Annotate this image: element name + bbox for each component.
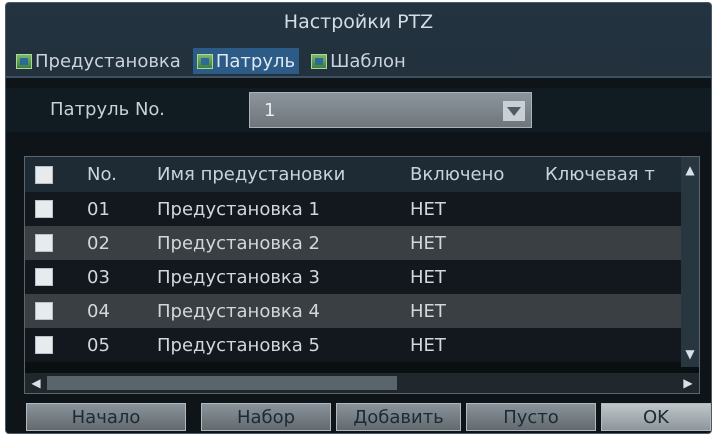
row-enabled: НЕТ (410, 199, 446, 220)
preset-table: No. Имя предустановки Включено Ключевая … (24, 156, 700, 394)
row-preset-name: Предустановка 5 (157, 335, 321, 356)
horizontal-scrollbar[interactable]: ◀ ▶ (25, 373, 699, 393)
row-checkbox[interactable] (35, 268, 53, 286)
clear-button[interactable]: Пусто (466, 403, 596, 431)
header-key: Ключевая т (545, 164, 655, 185)
row-checkbox[interactable] (35, 234, 53, 252)
row-preset-name: Предустановка 2 (157, 233, 321, 254)
patrol-number-label: Патруль No. (50, 99, 165, 120)
tab-bar: Предустановка Патруль Шаблон (12, 48, 418, 74)
scroll-right-icon[interactable]: ▶ (679, 374, 697, 392)
tab-icon (311, 53, 328, 69)
scroll-up-icon[interactable]: ▲ (681, 161, 699, 179)
scroll-down-icon[interactable]: ▼ (681, 345, 699, 363)
table-row[interactable]: 05 Предустановка 5 НЕТ (25, 328, 681, 362)
tab-patrol[interactable]: Патруль (192, 48, 300, 74)
scroll-left-icon[interactable]: ◀ (27, 374, 45, 392)
row-preset-name: Предустановка 3 (157, 267, 321, 288)
table-row[interactable]: 03 Предустановка 3 НЕТ (25, 260, 681, 294)
chevron-down-icon[interactable] (503, 101, 525, 121)
tab-preset-label: Предустановка (35, 50, 181, 72)
row-preset-name: Предустановка 4 (157, 301, 321, 322)
tab-pattern-label: Шаблон (330, 50, 406, 72)
tab-preset[interactable]: Предустановка (12, 48, 185, 74)
tab-icon (16, 53, 32, 69)
row-enabled: НЕТ (410, 335, 446, 356)
row-checkbox[interactable] (35, 200, 53, 218)
ok-button[interactable]: OK (601, 403, 711, 431)
patrol-number-select[interactable]: 1 (249, 92, 532, 128)
table-row[interactable]: 04 Предустановка 4 НЕТ (25, 294, 681, 328)
patrol-number-value: 1 (264, 100, 276, 121)
table-header: No. Имя предустановки Включено Ключевая … (25, 157, 699, 192)
row-enabled: НЕТ (410, 301, 446, 322)
dialog-title: Настройки PTZ (283, 11, 434, 33)
table-row[interactable]: 02 Предустановка 2 НЕТ (25, 226, 681, 260)
table-body: 01 Предустановка 1 НЕТ 02 Предустановка … (25, 192, 681, 362)
set-button[interactable]: Набор (201, 403, 331, 431)
row-checkbox[interactable] (35, 336, 53, 354)
add-button[interactable]: Добавить (336, 403, 461, 431)
select-all-checkbox[interactable] (35, 165, 53, 184)
row-preset-name: Предустановка 1 (157, 199, 321, 220)
row-enabled: НЕТ (410, 267, 446, 288)
row-no: 04 (87, 301, 110, 322)
tab-icon (196, 53, 213, 69)
header-no: No. (87, 164, 117, 185)
row-enabled: НЕТ (410, 233, 446, 254)
row-checkbox[interactable] (35, 302, 53, 320)
tab-pattern[interactable]: Шаблон (307, 48, 410, 74)
patrol-number-row: Патруль No. 1 (6, 88, 711, 132)
vertical-scrollbar[interactable]: ▲ ▼ (681, 157, 699, 367)
row-no: 05 (87, 335, 110, 356)
button-bar: Начало Набор Добавить Пусто OK (6, 403, 711, 431)
header-enabled: Включено (410, 164, 505, 185)
start-button[interactable]: Начало (26, 403, 186, 431)
table-row[interactable]: 01 Предустановка 1 НЕТ (25, 192, 681, 226)
row-no: 01 (87, 199, 110, 220)
tab-patrol-label: Патруль (215, 50, 296, 72)
horizontal-scroll-thumb[interactable] (47, 376, 397, 390)
ptz-settings-dialog: Настройки PTZ Предустановка Патруль Шабл… (5, 2, 712, 434)
row-no: 02 (87, 233, 110, 254)
header-preset-name: Имя предустановки (157, 164, 346, 185)
patrol-panel: Патруль No. 1 No. Имя предустановки Вклю… (6, 76, 711, 433)
row-no: 03 (87, 267, 110, 288)
